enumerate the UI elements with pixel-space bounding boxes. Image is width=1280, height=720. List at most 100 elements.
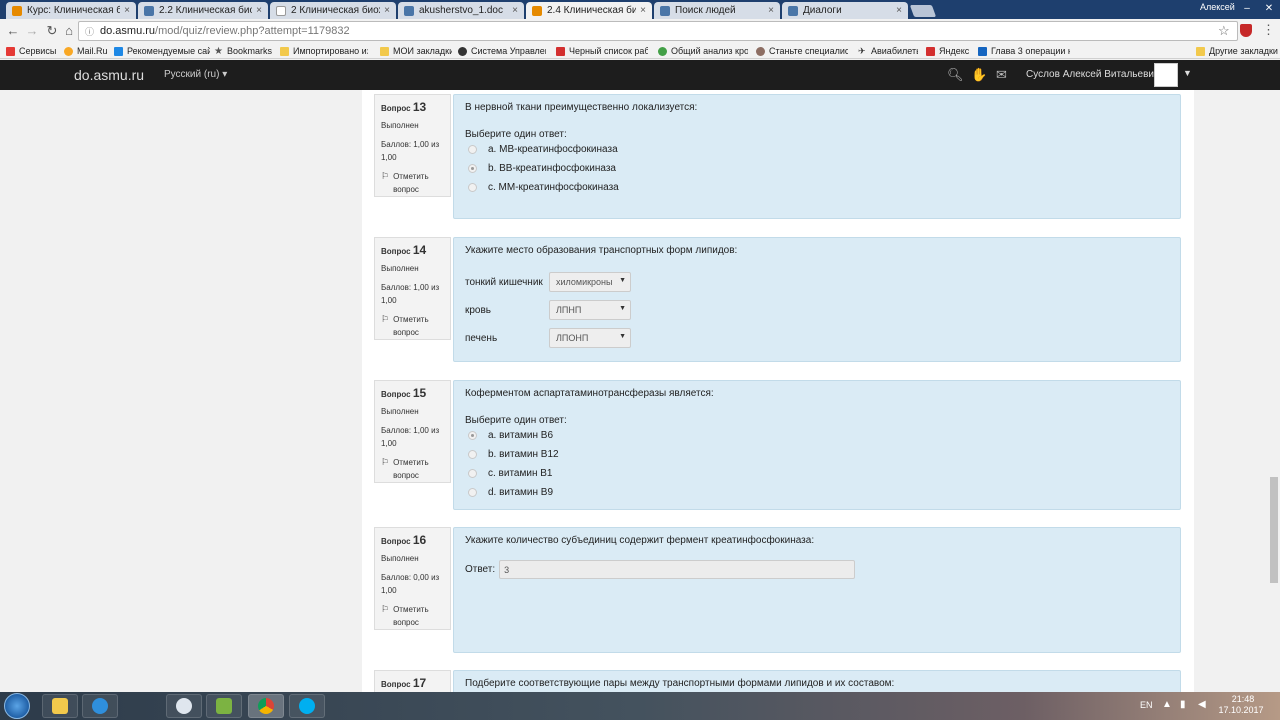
answer-option[interactable]: b. ВВ-креатинфосфокиназа [465, 159, 1169, 178]
bookmark-label: МОИ закладки [393, 46, 452, 56]
bookmark-item[interactable]: Импортировано из I [280, 44, 368, 58]
browser-tab-strip: Курс: Клиническая биохи × 2.2 Клиническа… [0, 0, 1280, 19]
bookmark-item[interactable]: Система Управлени [458, 44, 546, 58]
bookmark-item[interactable]: Mail.Ru [64, 44, 110, 58]
radio-button[interactable] [468, 183, 477, 192]
bookmark-label: Bookmarks [227, 46, 273, 56]
bookmark-item[interactable]: Черный список раб [556, 44, 648, 58]
bookmark-label: Рекомендуемые сай [127, 46, 210, 56]
radio-button[interactable] [468, 145, 477, 154]
page-scrollbar[interactable] [1268, 90, 1280, 692]
user-menu-caret-icon[interactable]: ▼ [1183, 68, 1192, 78]
bookmark-item[interactable]: Рекомендуемые сай [114, 44, 210, 58]
forward-arrow-icon[interactable]: → [24, 23, 40, 39]
home-icon[interactable]: ⌂ [61, 23, 77, 39]
bookmark-item[interactable]: ★ Bookmarks [214, 44, 276, 58]
tab-dialogs[interactable]: Диалоги × [782, 2, 908, 19]
browser-menu-icon[interactable]: ⋮ [1262, 22, 1275, 38]
tab-course[interactable]: Курс: Клиническая биохи × [6, 2, 136, 19]
apps-grid-icon [6, 46, 15, 56]
language-menu[interactable]: Русский (ru) ▾ [164, 69, 227, 80]
bookmark-item[interactable]: Сервисы [6, 44, 60, 58]
taskbar-ie[interactable] [82, 694, 118, 718]
tab-close-icon[interactable]: × [124, 5, 130, 16]
question-content: Укажите место образования транспортных ф… [453, 237, 1181, 362]
browser-profile-name[interactable]: Алексей [1200, 2, 1235, 12]
answer-option[interactable]: a. витамин В6 [465, 426, 1169, 445]
tab-course-2-4[interactable]: 2.4 Клиническая биохим × [526, 2, 652, 19]
match-select[interactable]: хиломикроны ▼ [549, 272, 631, 292]
bing-icon [114, 46, 123, 56]
user-name[interactable]: Суслов Алексей Витальевич [1026, 69, 1159, 80]
page-info-icon[interactable]: ⓘ [85, 25, 94, 38]
new-tab-button[interactable] [909, 5, 937, 17]
option-label: d. витамин В9 [488, 487, 554, 498]
back-arrow-icon[interactable]: ← [5, 23, 21, 39]
address-bar[interactable]: ⓘ do.asmu.ru /mod/quiz/review.php?attemp… [78, 21, 1238, 41]
tab-close-icon[interactable]: × [512, 5, 518, 16]
flag-question-button[interactable]: ⚐ Отметить вопрос [381, 603, 444, 629]
bookmark-item[interactable]: ✈ Авиабилеты [858, 44, 918, 58]
scrollbar-thumb[interactable] [1270, 477, 1278, 583]
bookmark-item[interactable]: Общий анализ кров [658, 44, 748, 58]
radio-button[interactable] [468, 469, 477, 478]
tab-akusherstvo[interactable]: akusherstvo_1.doc × [398, 2, 524, 19]
question-info: Вопрос 16 Выполнен Баллов: 0,00 из 1,00 … [374, 527, 451, 630]
radio-button-checked[interactable] [468, 164, 477, 173]
extension-shield-icon[interactable] [1240, 24, 1252, 37]
flag-question-button[interactable]: ⚐ Отметить вопрос [381, 170, 444, 196]
bookmark-star-icon[interactable]: ☆ [1218, 23, 1230, 39]
flag-question-button[interactable]: ⚐ Отметить вопрос [381, 456, 444, 482]
bookmark-item[interactable]: МОИ закладки [380, 44, 452, 58]
radio-button[interactable] [468, 488, 477, 497]
taskbar-app[interactable] [206, 694, 242, 718]
airplane-icon: ✈ [858, 45, 866, 56]
tab-close-icon[interactable]: × [640, 5, 646, 16]
bookmark-item[interactable]: Глава 3 операции на [978, 44, 1070, 58]
tab-label: akusherstvo_1.doc [419, 5, 503, 16]
radio-button[interactable] [468, 450, 477, 459]
answer-option[interactable]: a. МВ-креатинфосфокиназа [465, 140, 1169, 159]
tab-people-search[interactable]: Поиск людей × [654, 2, 780, 19]
option-label: c. ММ-креатинфосфокиназа [488, 182, 619, 193]
minimize-icon[interactable]: – [1236, 0, 1258, 18]
tab-close-icon[interactable]: × [384, 5, 390, 16]
flag-question-button[interactable]: ⚐ Отметить вопрос [381, 313, 444, 339]
tab-close-icon[interactable]: × [896, 5, 902, 16]
question-prefix: Вопрос [381, 390, 411, 399]
answer-option[interactable]: c. витамин В1 [465, 464, 1169, 483]
answer-option[interactable]: b. витамин В12 [465, 445, 1169, 464]
tray-expand-icon[interactable]: ▲ [1162, 699, 1172, 710]
clock-date[interactable]: 17.10.2017 [1218, 705, 1264, 715]
answer-option[interactable]: d. витамин В9 [465, 483, 1169, 502]
bookmark-item[interactable]: Станьте специалист [756, 44, 848, 58]
volume-icon[interactable]: ◀ [1198, 699, 1206, 710]
search-icon[interactable]: 🔍︎ [947, 67, 964, 83]
network-icon[interactable]: ▮ [1180, 699, 1186, 710]
tab-vk-2-2[interactable]: 2.2 Клиническая биохим × [138, 2, 268, 19]
input-language[interactable]: EN [1140, 700, 1153, 710]
bookmark-label: Система Управлени [471, 46, 546, 56]
match-select[interactable]: ЛПОНП ▼ [549, 328, 631, 348]
taskbar-chrome[interactable] [248, 694, 284, 718]
taskbar-explorer[interactable] [42, 694, 78, 718]
site-brand[interactable]: do.asmu.ru [74, 67, 144, 83]
tab-close-icon[interactable]: × [256, 5, 262, 16]
taskbar-skype[interactable] [289, 694, 325, 718]
notifications-icon[interactable]: ✋ [971, 67, 987, 83]
bookmark-item[interactable]: Яндекс [926, 44, 970, 58]
messages-icon[interactable]: ✉ [996, 67, 1007, 83]
answer-field[interactable]: 3 [499, 560, 856, 579]
answer-option[interactable]: c. ММ-креатинфосфокиназа [465, 178, 1169, 197]
start-button[interactable] [4, 693, 30, 719]
other-bookmarks[interactable]: Другие закладки [1196, 44, 1278, 58]
tab-doc-2[interactable]: 2 Клиническая биохими × [270, 2, 396, 19]
reload-icon[interactable]: ↻ [44, 23, 60, 39]
close-window-icon[interactable]: ✕ [1258, 0, 1280, 18]
clock-time[interactable]: 21:48 [1226, 694, 1260, 704]
match-select[interactable]: ЛПНП ▼ [549, 300, 631, 320]
avatar[interactable] [1154, 63, 1178, 87]
taskbar-app[interactable] [166, 694, 202, 718]
tab-close-icon[interactable]: × [768, 5, 774, 16]
radio-button-checked[interactable] [468, 431, 477, 440]
